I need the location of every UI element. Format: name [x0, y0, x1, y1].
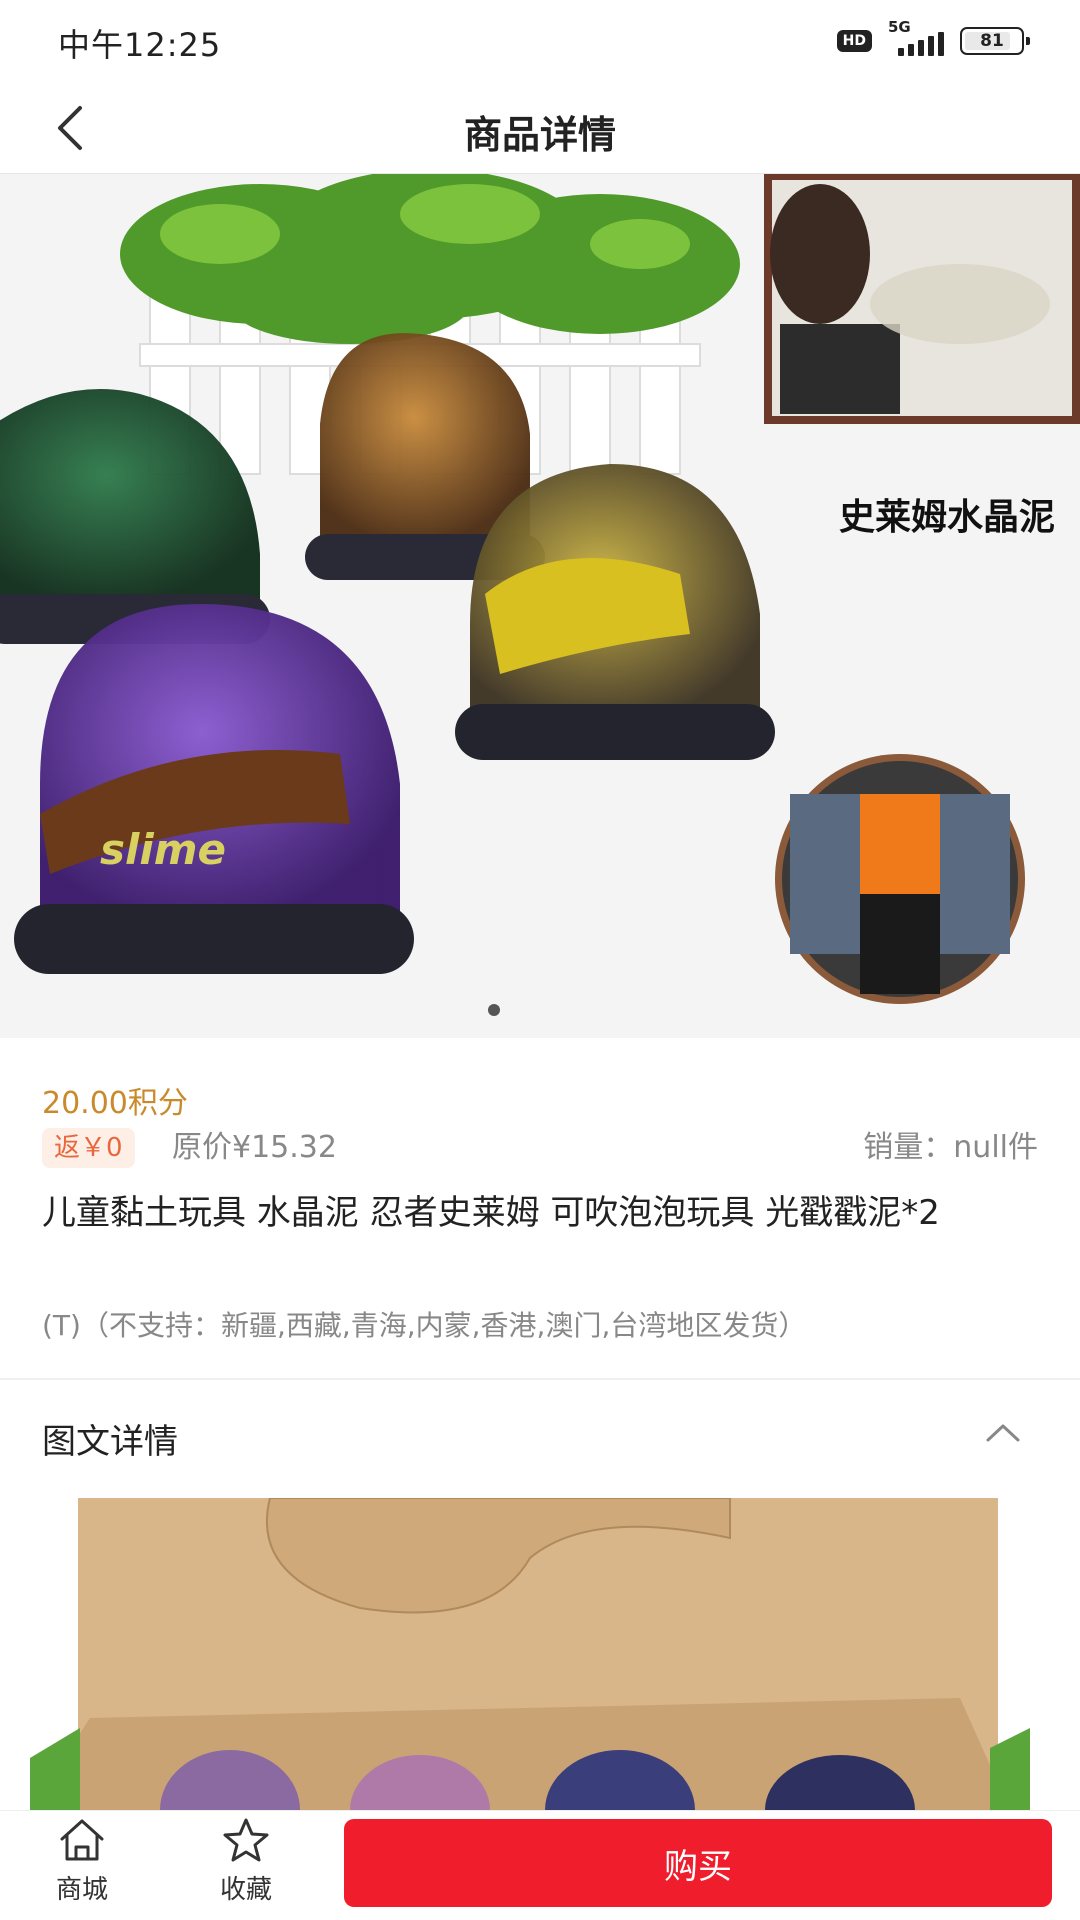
nav-bar: 商品详情 [0, 84, 1080, 174]
svg-text:slime: slime [100, 825, 226, 874]
buy-button[interactable]: 购买 [344, 1819, 1052, 1907]
detail-photo [30, 1498, 1070, 1810]
image-overlay-text: 史莱姆水晶泥 [839, 497, 1055, 538]
bottom-action-bar: 商城 收藏 购买 [0, 1810, 1080, 1920]
battery-level: 81 [980, 31, 1004, 51]
home-icon [60, 1819, 104, 1861]
carousel-indicator [488, 1004, 500, 1016]
home-tab[interactable]: 商城 [22, 1817, 142, 1917]
favorite-tab[interactable]: 收藏 [186, 1817, 306, 1917]
rebate-badge: 返￥0 [42, 1128, 135, 1168]
chevron-up-icon [986, 1424, 1020, 1442]
detail-image [30, 1498, 1070, 1810]
sales-label: 销量： [863, 1130, 954, 1165]
sales-count: 销量： null件 [863, 1128, 1038, 1168]
star-icon [223, 1818, 269, 1862]
product-photo: slime 史莱姆水晶泥 [0, 174, 1080, 1038]
status-icons: HD 5G 81 [836, 18, 1030, 58]
detail-section-header: 图文详情 [0, 1400, 1080, 1470]
battery-icon: 81 [960, 27, 1030, 55]
product-title: 儿童黏土玩具 水晶泥 忍者史莱姆 可吹泡泡玩具 光戳戳泥*2 [42, 1193, 940, 1233]
status-bar: 中午12:25 HD 5G 81 [0, 0, 1080, 84]
collapse-button[interactable] [978, 1408, 1028, 1458]
detail-section-title: 图文详情 [42, 1422, 178, 1462]
hd-badge: HD [836, 30, 872, 52]
favorite-tab-label: 收藏 [219, 1875, 272, 1905]
shipping-note: (T)（不支持：新疆,西藏,青海,内蒙,香港,澳门,台湾地区发货） [42, 1309, 807, 1342]
home-tab-label: 商城 [55, 1875, 108, 1905]
product-image-carousel[interactable]: slime 史莱姆水晶泥 [0, 174, 1080, 1038]
points-price: 20.00积分 [42, 1086, 188, 1121]
original-price: 原价¥15.32 [172, 1130, 337, 1165]
page-title: 商品详情 [463, 113, 616, 157]
status-time: 中午12:25 [58, 26, 222, 64]
section-divider [0, 1378, 1080, 1380]
sales-value: null件 [953, 1130, 1038, 1165]
signal-icon: 5G [884, 18, 948, 58]
